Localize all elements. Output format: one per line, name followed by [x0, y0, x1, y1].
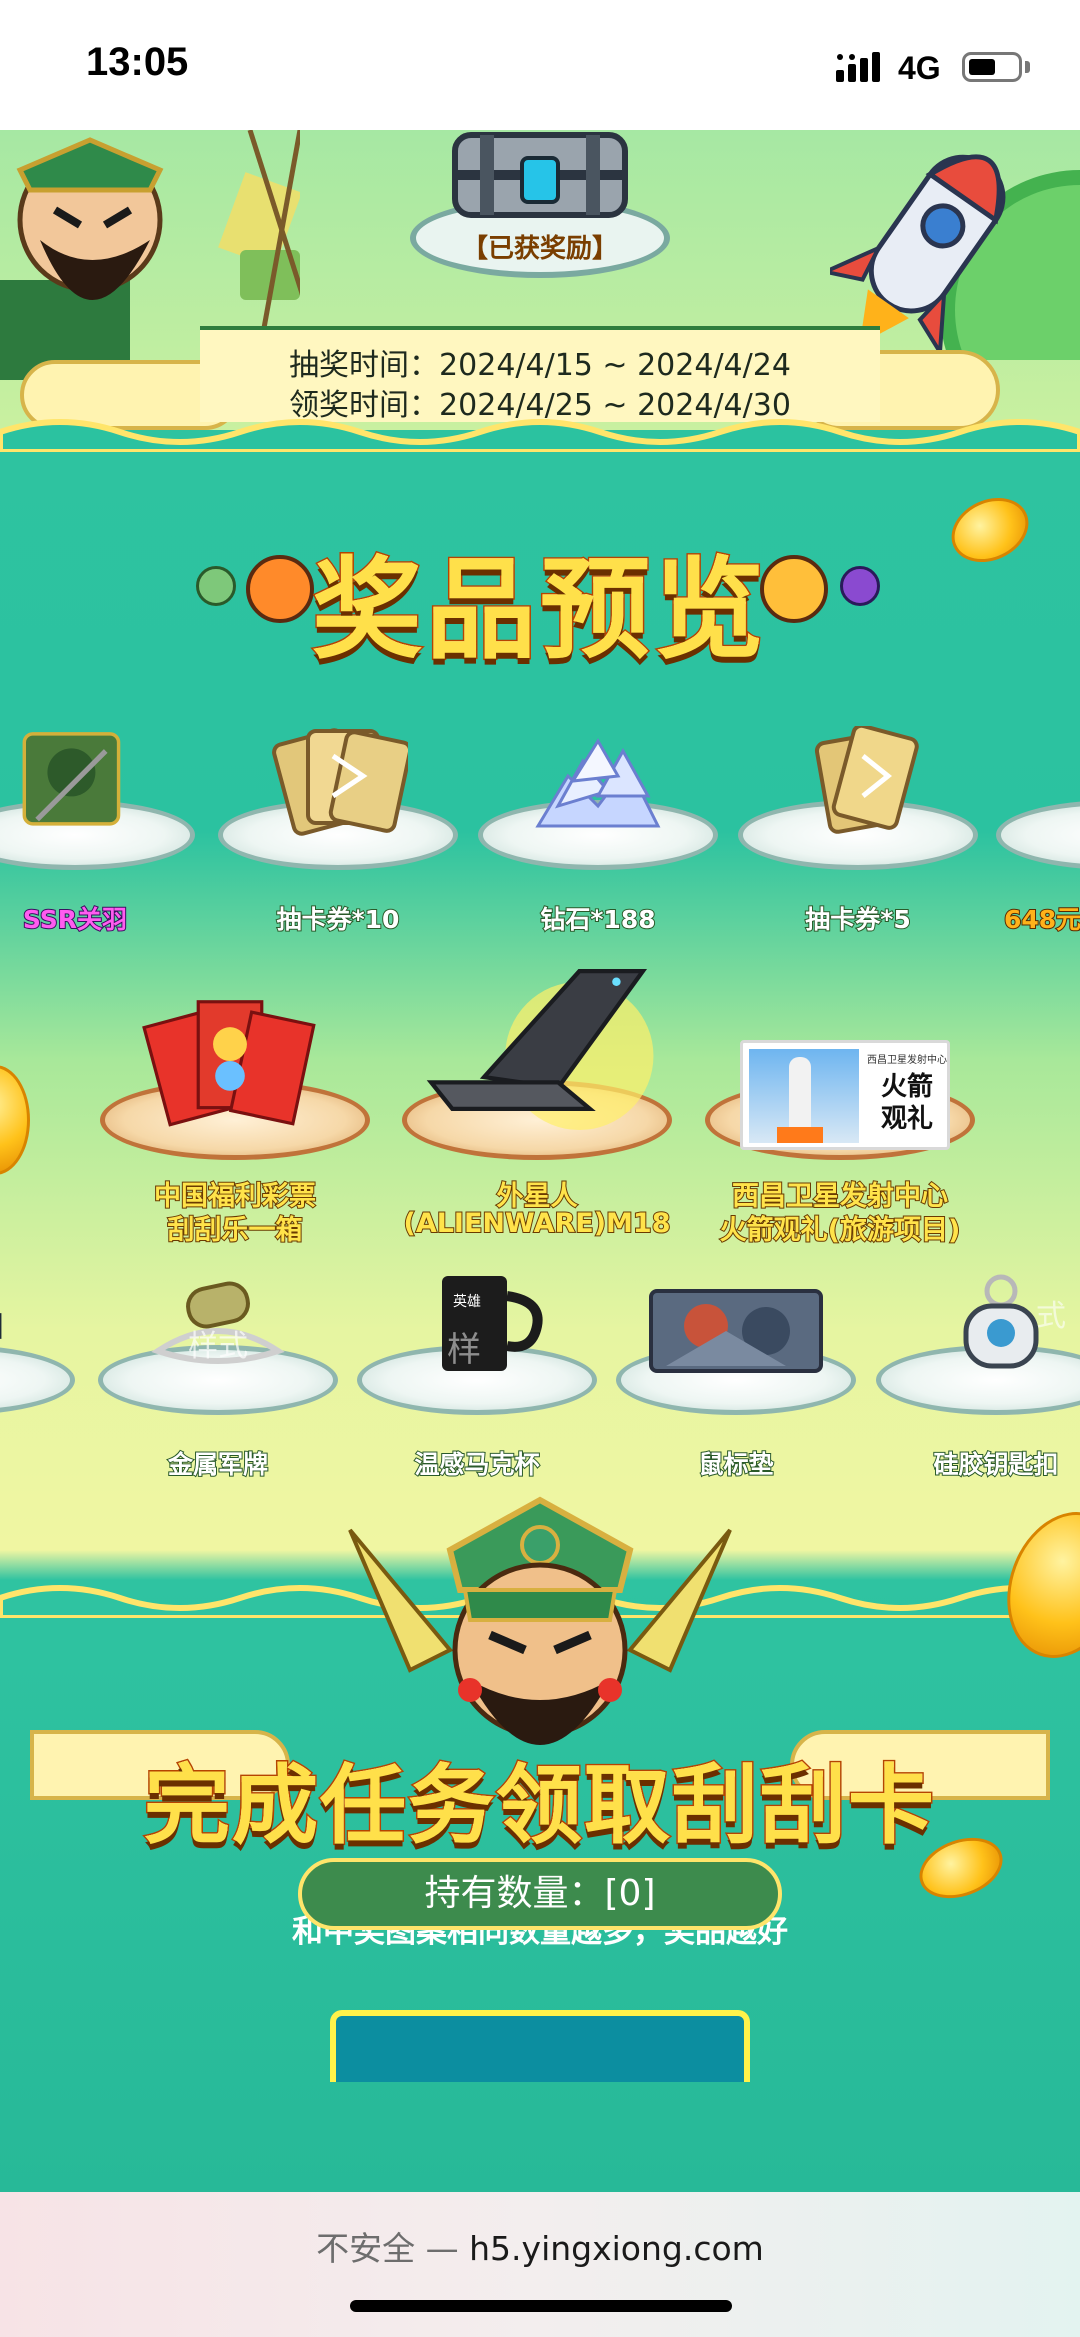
prize-preview-title: 奖品预览 [311, 545, 768, 676]
watermark-text: 样式 [188, 1329, 248, 1364]
prize-item[interactable]: 抽卡券*10 [218, 720, 458, 935]
prize-item[interactable]: 西昌卫星发射中心 火箭 观礼 西昌卫星发射中心 火箭观礼(旅游项目) [705, 1010, 975, 1280]
card-ticket-icon [814, 726, 919, 834]
prize-label: SSR关羽 [22, 904, 128, 935]
event-page[interactable]: 【已获奖励】 抽奖时间：2024/4/15 ~ 2024/4/24 领奖时间：2… [0, 130, 1080, 2192]
prize-item[interactable]: 64 648元 [996, 720, 1080, 935]
status-bar: 13:05 4G [0, 0, 1080, 130]
rocket-photo [749, 1049, 859, 1143]
prize-item[interactable]: 钻石*188 [478, 720, 718, 935]
chest-status-label: 【已获奖励】 [461, 234, 618, 264]
card-ticket-stack-icon [272, 728, 408, 836]
task-section-title: 完成任务领取刮刮卡 [143, 1755, 936, 1858]
prize-item[interactable]: 样式 金属军牌 [98, 1265, 338, 1480]
signal-strength-icon [836, 52, 880, 82]
prize-item[interactable]: 鼠标垫 [616, 1265, 856, 1480]
laptop-icon [426, 969, 654, 1130]
url-domain: h5.yingxiong.com [469, 2229, 764, 2268]
battery-icon [962, 52, 1022, 82]
battery-level [969, 59, 995, 75]
insecure-label: 不安全 [316, 2229, 416, 2268]
diamond-pile-icon [535, 738, 661, 828]
prize-item[interactable]: 英雄 样 温感马克杯 [357, 1265, 597, 1480]
prize-item[interactable]: SSR关羽 [0, 720, 195, 935]
mug-text: 英雄 [453, 1293, 481, 1310]
prize-label: 抽卡券*10 [276, 904, 401, 935]
url-text[interactable]: 不安全 — h5.yingxiong.com [0, 2222, 1080, 2270]
scratch-card-frame[interactable] [330, 2010, 750, 2082]
watermark-text: 式 [1036, 1299, 1066, 1334]
prize-label-line2: (ALIENWARE)M18 [402, 1207, 671, 1240]
status-time: 13:05 [86, 40, 189, 84]
recharge-icon: 64 [1046, 726, 1080, 836]
prize-label: 金属军牌 [167, 1449, 269, 1480]
model-icon [0, 1313, 2, 1339]
lottery-tickets-icon [142, 1000, 316, 1127]
prize-label-line2: 火箭观礼(旅游项目) [719, 1214, 962, 1247]
prize-label: 硅胶钥匙扣 [932, 1449, 1059, 1480]
prize-item[interactable]: 式 硅胶钥匙扣 [876, 1265, 1080, 1480]
mug-icon: 英雄 样 [442, 1276, 543, 1371]
home-indicator[interactable] [350, 2300, 732, 2312]
prize-label: 鼠标垫 [697, 1449, 774, 1480]
prize-label: 温感马克杯 [413, 1449, 540, 1480]
rocket-flame [777, 1127, 823, 1143]
prize-item[interactable]: 抽卡券*5 [738, 720, 978, 935]
watermark-text: 样 [447, 1330, 481, 1370]
wave-divider [0, 419, 1080, 452]
keychain-icon: 式 [963, 1274, 1066, 1369]
gold-coin-icon [0, 1065, 30, 1175]
draw-time-text: 抽奖时间：2024/4/15 ~ 2024/4/24 [289, 348, 791, 383]
guanyu-card-icon [22, 732, 121, 826]
prize-label-line2: 刮刮乐一箱 [167, 1214, 304, 1247]
date-panel: 抽奖时间：2024/4/15 ~ 2024/4/24 领奖时间：2024/4/2… [200, 326, 880, 423]
dog-tag-icon: 样式 [151, 1281, 285, 1364]
browser-url-bar[interactable]: 不安全 — h5.yingxiong.com [0, 2192, 1080, 2337]
rocket-launch-icon: 西昌卫星发射中心 火箭 观礼 [740, 1040, 950, 1150]
prize-label: 648元 [1003, 904, 1080, 935]
mouse-pad-icon [649, 1289, 823, 1373]
url-separator: — [415, 2229, 470, 2268]
held-count-button[interactable]: 持有数量：[0] [298, 1858, 782, 1930]
prize-item[interactable]: 中国福利彩票 刮刮乐一箱 [100, 1000, 370, 1280]
prize-item[interactable]: 型) 模型 [0, 1265, 75, 1465]
launch-main-text: 火箭 观礼 [880, 1072, 933, 1134]
launch-center-text: 西昌卫星发射中心 [867, 1055, 947, 1066]
prize-label: 钻石*188 [539, 904, 656, 935]
battery-tip [1025, 61, 1030, 73]
network-type: 4G [898, 50, 941, 86]
prize-item[interactable]: 外星人 (ALIENWARE)M18 [402, 969, 672, 1280]
